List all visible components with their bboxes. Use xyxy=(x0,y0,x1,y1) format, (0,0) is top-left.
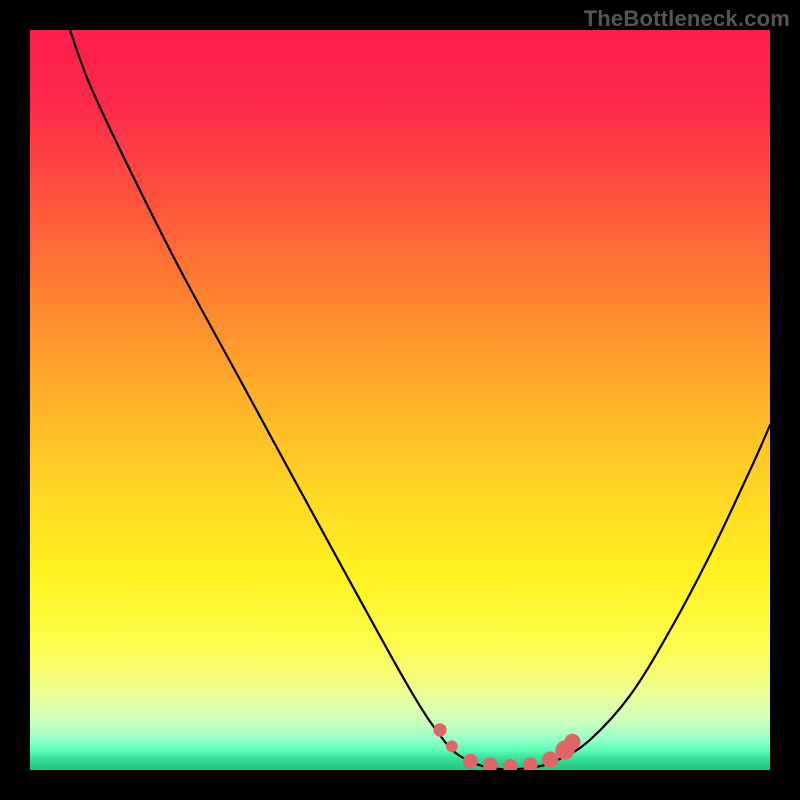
marker-dot xyxy=(433,723,446,736)
marker-dot xyxy=(542,752,558,768)
marker-dot xyxy=(483,757,498,770)
plot-area xyxy=(30,30,770,770)
marker-dot xyxy=(564,734,580,750)
bottleneck-curve xyxy=(70,30,770,769)
marker-dot xyxy=(523,757,538,770)
watermark-label: TheBottleneck.com xyxy=(584,6,790,32)
chart-container: TheBottleneck.com xyxy=(0,0,800,800)
marker-dot xyxy=(463,754,478,769)
curve-layer xyxy=(30,30,770,770)
marker-dot xyxy=(503,759,518,770)
optimal-range-markers xyxy=(433,723,580,770)
marker-dot xyxy=(446,740,458,752)
